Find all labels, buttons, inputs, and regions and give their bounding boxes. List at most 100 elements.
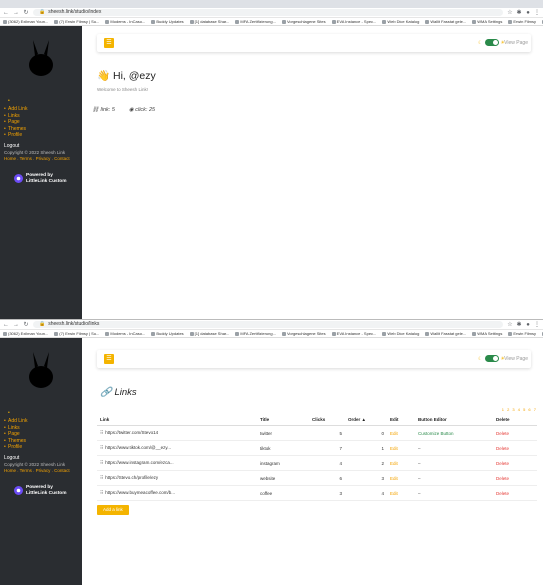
- reload-icon[interactable]: ↻: [23, 322, 29, 328]
- drag-handle-icon[interactable]: ⠿: [100, 430, 103, 435]
- bookmark-item[interactable]: WMA Settings: [472, 331, 502, 336]
- view-page-link[interactable]: View Page: [504, 356, 528, 362]
- delete-link[interactable]: Delete: [493, 425, 537, 441]
- delete-link[interactable]: Delete: [493, 440, 537, 456]
- bunny-logo-icon[interactable]: [25, 352, 57, 390]
- powered-by[interactable]: Powered by LittleLink Custom: [14, 173, 78, 185]
- button-editor-link[interactable]: –: [415, 485, 493, 501]
- bookmark-item[interactable]: Buddy Updates: [151, 331, 184, 336]
- cell-link-text: https://www.instagram.com/ezca...: [105, 460, 174, 465]
- sidebar-item-profile[interactable]: Profile: [4, 132, 78, 139]
- button-editor-link-text: Customize Button: [418, 430, 454, 436]
- back-icon[interactable]: ←: [3, 322, 9, 328]
- menu-toggle-button[interactable]: ☰: [104, 38, 114, 48]
- drag-handle-icon[interactable]: ⠿: [100, 490, 103, 495]
- column-header-clicks[interactable]: Clicks: [309, 414, 345, 426]
- bookmark-label: (7) Erwin Filmsy | Su...: [59, 19, 100, 24]
- powered-by[interactable]: Powered by LittleLink Custom: [14, 485, 78, 497]
- add-link-button[interactable]: Add a link: [97, 505, 129, 515]
- menu-dots-icon[interactable]: ⋮: [534, 322, 540, 328]
- bookmark-item[interactable]: (3062) Exilman Youn...: [3, 19, 48, 24]
- logout-link[interactable]: Logout: [4, 143, 78, 149]
- cell-link[interactable]: ⠿ https://twitter.com/Stevo14: [97, 425, 257, 441]
- theme-toggle[interactable]: [484, 355, 499, 362]
- bookmark-item[interactable]: Wallit Fasstat gele...: [425, 19, 466, 24]
- column-header-button-editor[interactable]: Button Editor: [415, 414, 493, 426]
- button-editor-link[interactable]: –: [415, 455, 493, 471]
- bookmark-item[interactable]: WMA Settings: [472, 19, 502, 24]
- address-bar[interactable]: 🔒 sheesh.link/studio/index: [33, 9, 503, 16]
- pagination[interactable]: 1 2 3 4 5 6 7: [502, 407, 537, 412]
- sidebar-item-profile[interactable]: Profile: [4, 444, 78, 451]
- bookmark-item[interactable]: Web Dice Katalog: [382, 331, 419, 336]
- extensions-icon[interactable]: ✱: [516, 322, 522, 328]
- column-header-link[interactable]: Link: [97, 414, 257, 426]
- cell-link[interactable]: ⠿ https://www.instagram.com/ezca...: [97, 455, 257, 471]
- cell-link[interactable]: ⠿ https://www.buymeacoffee.com/b...: [97, 485, 257, 501]
- star-icon[interactable]: ☆: [507, 10, 513, 16]
- star-icon[interactable]: ☆: [507, 322, 513, 328]
- back-icon[interactable]: ←: [3, 10, 9, 16]
- button-editor-link[interactable]: Customize Button: [415, 425, 493, 441]
- logout-link[interactable]: Logout: [4, 455, 78, 461]
- menu-dots-icon[interactable]: ⋮: [534, 10, 540, 16]
- bookmark-item[interactable]: (7) Erwin Filmsy | Su...: [54, 331, 99, 336]
- edit-link[interactable]: Edit: [387, 455, 415, 471]
- bookmark-item[interactable]: Erwin Filmsy: [508, 331, 536, 336]
- edit-link[interactable]: Edit: [387, 440, 415, 456]
- cell-title: twitter: [257, 425, 309, 441]
- bookmark-item[interactable]: Wallit Fasstat gele...: [425, 331, 466, 336]
- table-row: ⠿ https://www.instagram.com/ezca... instag…: [97, 455, 537, 471]
- edit-link-text: Edit: [390, 445, 398, 451]
- drag-handle-icon[interactable]: ⠿: [100, 460, 103, 465]
- stats-row: ⛓ link: 5 ◉ click: 25: [92, 107, 155, 113]
- bookmark-item[interactable]: Vorgeschlagene Sites: [281, 331, 326, 336]
- edit-link[interactable]: Edit: [387, 485, 415, 501]
- bookmark-item[interactable]: Erwin Filmsy: [508, 19, 536, 24]
- menu-toggle-button[interactable]: ☰: [104, 354, 114, 364]
- bookmark-item[interactable]: Modems - InCaso...: [105, 331, 145, 336]
- bookmark-item[interactable]: [1] database Shar...: [189, 331, 229, 336]
- bookmark-item[interactable]: (3062) Exilman Youn...: [3, 331, 48, 336]
- cell-link[interactable]: ⠿ https://Stevo.ch/profile/ezy: [97, 470, 257, 486]
- tab-strip[interactable]: [0, 0, 543, 8]
- drag-handle-icon[interactable]: ⠿: [100, 445, 103, 450]
- column-header-title[interactable]: Title: [257, 414, 309, 426]
- forward-icon[interactable]: →: [13, 10, 19, 16]
- address-bar[interactable]: 🔒 sheesh.link/studio/links: [33, 321, 503, 328]
- view-page-link[interactable]: View Page: [504, 40, 528, 46]
- profile-icon[interactable]: ●: [525, 10, 531, 16]
- bookmark-item[interactable]: [1] database Shar...: [189, 19, 229, 24]
- profile-icon[interactable]: ●: [525, 322, 531, 328]
- edit-link[interactable]: Edit: [387, 470, 415, 486]
- bookmarks-bar: (3062) Exilman Youn... (7) Erwin Filmsy |…: [0, 330, 543, 338]
- bookmark-item[interactable]: Buddy Updates: [151, 19, 184, 24]
- bunny-logo-icon[interactable]: [25, 40, 57, 78]
- button-editor-link[interactable]: –: [415, 440, 493, 456]
- drag-handle-icon[interactable]: ⠿: [100, 475, 103, 480]
- delete-link[interactable]: Delete: [493, 455, 537, 471]
- edit-link[interactable]: Edit: [387, 425, 415, 441]
- bookmark-item[interactable]: Modems - InCaso...: [105, 19, 145, 24]
- footer-links[interactable]: Home . Terms . Privacy . Contact: [4, 156, 78, 161]
- button-editor-link[interactable]: –: [415, 470, 493, 486]
- extensions-icon[interactable]: ✱: [516, 10, 522, 16]
- bookmark-favicon-icon: [382, 331, 387, 336]
- forward-icon[interactable]: →: [13, 322, 19, 328]
- bookmark-item[interactable]: MFA Zertifizierung...: [235, 331, 276, 336]
- bookmark-item[interactable]: Vorgeschlagene Sites: [281, 19, 326, 24]
- column-header-delete[interactable]: Delete: [493, 414, 537, 426]
- bookmark-item[interactable]: MFA Zertifizierung...: [235, 19, 276, 24]
- bookmark-item[interactable]: EVA Instance - Spec...: [331, 331, 376, 336]
- delete-link[interactable]: Delete: [493, 485, 537, 501]
- footer-links[interactable]: Home . Terms . Privacy . Contact: [4, 468, 78, 473]
- cell-link[interactable]: ⠿ https://www.tiktok.com/@__ezy...: [97, 440, 257, 456]
- reload-icon[interactable]: ↻: [23, 10, 29, 16]
- theme-toggle[interactable]: [484, 39, 499, 46]
- column-header-edit[interactable]: Edit: [387, 414, 415, 426]
- delete-link[interactable]: Delete: [493, 470, 537, 486]
- bookmark-item[interactable]: EVA Instance - Spec...: [331, 19, 376, 24]
- bookmark-item[interactable]: (7) Erwin Filmsy | Su...: [54, 19, 99, 24]
- bookmark-item[interactable]: Web Dice Katalog: [382, 19, 419, 24]
- column-header-order[interactable]: Order ▲: [345, 414, 387, 426]
